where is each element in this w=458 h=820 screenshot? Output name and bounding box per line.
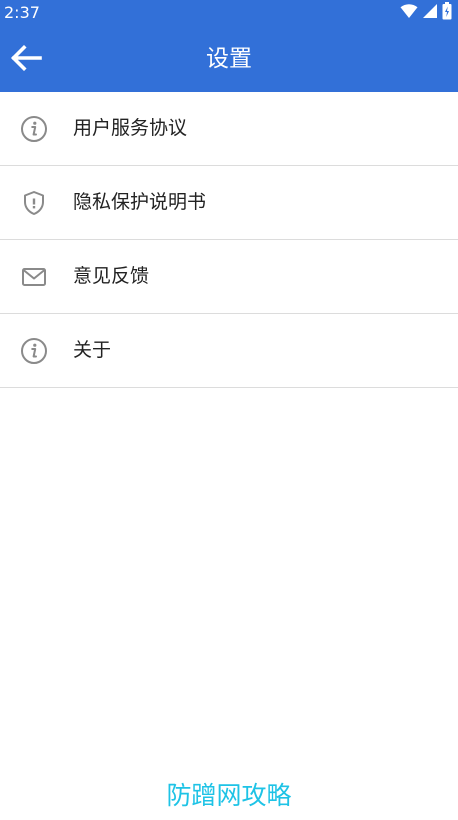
menu-item-label: 关于 [73, 339, 112, 361]
wifi-icon [400, 3, 418, 23]
mail-icon [20, 263, 48, 291]
page-title: 设置 [206, 46, 252, 72]
footer-brand-text: 防蹭网攻略 [166, 781, 292, 810]
app-bar: 设置 [0, 26, 458, 92]
info-circle-icon [20, 337, 48, 365]
status-bar: 2:37 [0, 0, 458, 26]
menu-item-about[interactable]: 关于 [0, 314, 458, 388]
shield-icon [20, 189, 48, 217]
menu-item-privacy-policy[interactable]: 隐私保护说明书 [0, 166, 458, 240]
menu-item-label: 意见反馈 [73, 265, 150, 287]
menu-item-label: 用户服务协议 [73, 117, 188, 139]
menu-item-label: 隐私保护说明书 [73, 191, 207, 213]
menu-item-feedback[interactable]: 意见反馈 [0, 240, 458, 314]
menu-item-user-agreement[interactable]: 用户服务协议 [0, 92, 458, 166]
info-circle-icon [20, 115, 48, 143]
status-time: 2:37 [4, 3, 40, 22]
back-button[interactable] [6, 40, 46, 80]
status-icons [400, 2, 452, 24]
arrow-left-icon [10, 44, 42, 75]
battery-icon [442, 2, 452, 24]
signal-icon [422, 3, 438, 23]
settings-menu: 用户服务协议 隐私保护说明书 意见反馈 关于 [0, 92, 458, 388]
